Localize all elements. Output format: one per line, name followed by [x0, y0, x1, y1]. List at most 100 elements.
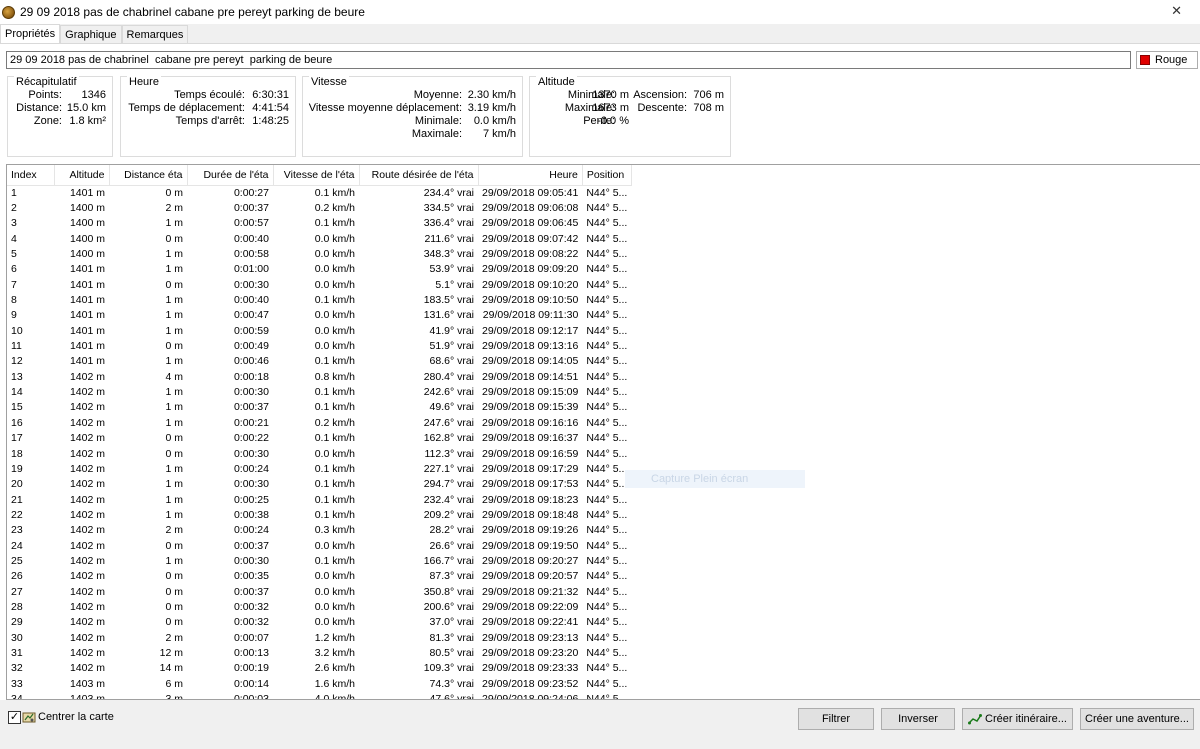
table-row[interactable]: 29 1402 m 0 m 0:00:32 0.0 km/h 37.0° vrai 29/0…	[7, 615, 631, 630]
cell-altitude: 1402 m	[69, 646, 105, 659]
table-row[interactable]: 10 1401 m 1 m 0:00:59 0.0 km/h 41.9° vrai 29/0…	[7, 323, 631, 338]
table-row[interactable]: 6 1401 m 1 m 0:01:00 0.0 km/h 53.9° vrai 29/09…	[7, 262, 631, 277]
table-row[interactable]: 30 1402 m 2 m 0:00:07 1.2 km/h 81.3° vrai 29/0…	[7, 630, 631, 645]
table-row[interactable]: 19 1402 m 1 m 0:00:24 0.1 km/h 227.1° vrai 29/…	[7, 461, 631, 476]
cell-leg-distance: 1 m	[165, 508, 183, 521]
cell-altitude: 1401 m	[69, 186, 105, 199]
elapsed-label: Temps écoulé:	[174, 89, 245, 101]
cell-leg-duration: 0:00:58	[233, 248, 269, 261]
cell-position: N44° 5...	[586, 693, 628, 700]
filter-button[interactable]: Filtrer	[798, 708, 874, 730]
create-route-button[interactable]: Créer itinéraire...	[962, 708, 1073, 730]
header-altitude[interactable]: Altitude	[54, 165, 110, 186]
time-group: Heure Temps écoulé: 6:30:31 Temps de dép…	[120, 76, 296, 157]
cell-leg-speed: 0.1 km/h	[314, 478, 355, 491]
header-time[interactable]: Heure	[478, 165, 583, 186]
cell-leg-distance: 2 m	[165, 631, 183, 644]
cell-position: N44° 5...	[586, 248, 628, 261]
cell-leg-distance: 1 m	[165, 462, 183, 475]
cell-time: 29/09/2018 09:20:27	[482, 554, 579, 567]
cell-leg-course: 131.6° vrai	[423, 309, 474, 322]
cell-time: 29/09/2018 09:18:23	[482, 493, 579, 506]
cell-leg-duration: 0:00:22	[233, 432, 269, 445]
table-row[interactable]: 28 1402 m 0 m 0:00:32 0.0 km/h 200.6° vrai 29/…	[7, 599, 631, 614]
cell-altitude: 1402 m	[69, 570, 105, 583]
cell-altitude: 1402 m	[69, 662, 105, 675]
table-row[interactable]: 25 1402 m 1 m 0:00:30 0.1 km/h 166.7° vrai 29/…	[7, 553, 631, 568]
table-row[interactable]: 4 1400 m 0 m 0:00:40 0.0 km/h 211.6° vrai 29/0…	[7, 231, 631, 246]
table-row[interactable]: 33 1403 m 6 m 0:00:14 1.6 km/h 74.3° vrai 29/0…	[7, 676, 631, 691]
cell-leg-duration: 0:00:18	[233, 370, 269, 383]
table-row[interactable]: 22 1402 m 1 m 0:00:38 0.1 km/h 209.2° vrai 29/…	[7, 507, 631, 522]
table-row[interactable]: 12 1401 m 1 m 0:00:46 0.1 km/h 68.6° vrai 29/0…	[7, 354, 631, 369]
table-row[interactable]: 24 1402 m 0 m 0:00:37 0.0 km/h 26.6° vrai 29/0…	[7, 538, 631, 553]
cell-position: N44° 5...	[586, 585, 628, 598]
cell-leg-duration: 0:01:00	[233, 263, 269, 276]
table-row[interactable]: 17 1402 m 0 m 0:00:22 0.1 km/h 162.8° vrai 29/…	[7, 431, 631, 446]
trackpoints-grid[interactable]: Index Altitude Distance éta Durée de l'é…	[6, 164, 1200, 700]
table-row[interactable]: 14 1402 m 1 m 0:00:30 0.1 km/h 242.6° vrai 29/…	[7, 384, 631, 399]
cell-leg-distance: 14 m	[159, 662, 183, 675]
cell-leg-speed: 0.0 km/h	[314, 324, 355, 337]
table-row[interactable]: 1 1401 m 0 m 0:00:27 0.1 km/h 234.4° vrai 29/0…	[7, 185, 631, 200]
table-row[interactable]: 27 1402 m 0 m 0:00:37 0.0 km/h 350.8° vrai 29/…	[7, 584, 631, 599]
table-row[interactable]: 32 1402 m 14 m 0:00:19 2.6 km/h 109.3° vrai 29…	[7, 661, 631, 676]
table-row[interactable]: 23 1402 m 2 m 0:00:24 0.3 km/h 28.2° vrai 29/0…	[7, 523, 631, 538]
table-row[interactable]: 13 1402 m 4 m 0:00:18 0.8 km/h 280.4° vrai 29/…	[7, 369, 631, 384]
table-row[interactable]: 2 1400 m 2 m 0:00:37 0.2 km/h 334.5° vrai 29/0…	[7, 200, 631, 215]
table-row[interactable]: 8 1401 m 1 m 0:00:40 0.1 km/h 183.5° vrai 29/0…	[7, 292, 631, 307]
table-row[interactable]: 34 1403 m 3 m 0:00:03 4.0 km/h 47.6° vrai 29/0…	[7, 691, 631, 700]
table-row[interactable]: 11 1401 m 0 m 0:00:49 0.0 km/h 51.9° vrai 29/0…	[7, 338, 631, 353]
cell-position: N44° 5...	[586, 186, 628, 199]
table-row[interactable]: 7 1401 m 0 m 0:00:30 0.0 km/h 5.1° vrai 29/09/…	[7, 277, 631, 292]
header-leg-course[interactable]: Route désirée de l'éta	[359, 165, 479, 186]
tab-remarks[interactable]: Remarques	[121, 25, 189, 43]
color-select[interactable]: Rouge	[1136, 51, 1198, 69]
properties-panel: Rouge Récapitulatif Points: 1346 Distanc…	[0, 43, 1200, 700]
header-leg-speed[interactable]: Vitesse de l'éta	[273, 165, 360, 186]
cell-leg-speed: 0.1 km/h	[314, 432, 355, 445]
cell-index: 31	[11, 646, 23, 659]
table-row[interactable]: 31 1402 m 12 m 0:00:13 3.2 km/h 80.5° vrai 29/…	[7, 645, 631, 660]
cell-altitude: 1402 m	[69, 416, 105, 429]
cell-leg-speed: 0.1 km/h	[314, 493, 355, 506]
cell-leg-duration: 0:00:46	[233, 355, 269, 368]
header-index[interactable]: Index	[7, 165, 55, 186]
reverse-button[interactable]: Inverser	[881, 708, 955, 730]
cell-altitude: 1400 m	[69, 248, 105, 261]
cell-leg-course: 334.5° vrai	[423, 202, 474, 215]
table-row[interactable]: 26 1402 m 0 m 0:00:35 0.0 km/h 87.3° vrai 29/0…	[7, 569, 631, 584]
tab-graph[interactable]: Graphique	[60, 25, 122, 43]
moving-time-value: 4:41:54	[252, 102, 289, 114]
table-row[interactable]: 3 1400 m 1 m 0:00:57 0.1 km/h 336.4° vrai 29/0…	[7, 216, 631, 231]
cell-leg-duration: 0:00:24	[233, 462, 269, 475]
table-row[interactable]: 20 1402 m 1 m 0:00:30 0.1 km/h 294.7° vrai 29/…	[7, 477, 631, 492]
table-row[interactable]: 15 1402 m 1 m 0:00:37 0.1 km/h 49.6° vrai 29/0…	[7, 400, 631, 415]
header-leg-distance[interactable]: Distance éta	[109, 165, 188, 186]
center-map-checkbox[interactable]: ✓	[8, 711, 21, 724]
cell-leg-duration: 0:00:14	[233, 677, 269, 690]
cell-time: 29/09/2018 09:13:16	[482, 340, 579, 353]
cell-position: N44° 5...	[586, 462, 628, 475]
cell-leg-speed: 0.2 km/h	[314, 202, 355, 215]
table-row[interactable]: 5 1400 m 1 m 0:00:58 0.0 km/h 348.3° vrai 29/0…	[7, 246, 631, 261]
close-icon[interactable]: ✕	[1171, 3, 1182, 19]
cell-leg-distance: 1 m	[165, 263, 183, 276]
ascent-value: 706 m	[693, 89, 724, 101]
tab-properties[interactable]: Propriétés	[0, 24, 61, 43]
cell-altitude: 1401 m	[69, 340, 105, 353]
cell-index: 13	[11, 370, 23, 383]
track-name-input[interactable]	[6, 51, 1131, 69]
cell-leg-course: 28.2° vrai	[429, 524, 474, 537]
cell-altitude: 1402 m	[69, 524, 105, 537]
table-row[interactable]: 16 1402 m 1 m 0:00:21 0.2 km/h 247.6° vrai 29/…	[7, 415, 631, 430]
table-row[interactable]: 21 1402 m 1 m 0:00:25 0.1 km/h 232.4° vrai 29/…	[7, 492, 631, 507]
header-position[interactable]: Position	[582, 165, 632, 186]
table-row[interactable]: 18 1402 m 0 m 0:00:30 0.0 km/h 112.3° vrai 29/…	[7, 446, 631, 461]
cell-leg-course: 166.7° vrai	[423, 554, 474, 567]
table-row[interactable]: 9 1401 m 1 m 0:00:47 0.0 km/h 131.6° vrai 29/0…	[7, 308, 631, 323]
fullscreen-capture-watermark: Capture Plein écran	[625, 470, 805, 488]
create-adventure-button[interactable]: Créer une aventure...	[1080, 708, 1194, 730]
cell-position: N44° 5...	[586, 493, 628, 506]
header-leg-duration[interactable]: Durée de l'éta	[187, 165, 274, 186]
